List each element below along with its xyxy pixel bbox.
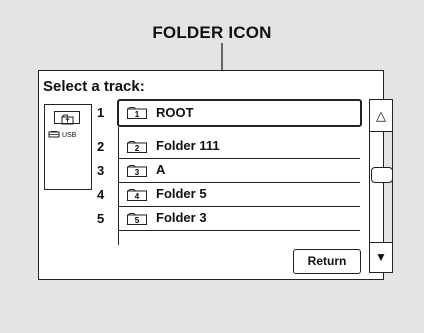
screen-title: Select a track:	[43, 78, 145, 95]
source-panel: USB	[44, 104, 92, 190]
folder-icon: 2	[127, 141, 147, 153]
folder-icon: 5	[127, 213, 147, 225]
scroll-up-button[interactable]: △	[369, 99, 393, 132]
folder-up-icon	[61, 114, 74, 125]
scroll-down-icon: ▼	[375, 250, 387, 264]
scroll-down-button[interactable]: ▼	[369, 242, 393, 273]
item-label: Folder 111	[156, 138, 220, 153]
usb-device-icon	[48, 131, 60, 138]
svg-text:2: 2	[135, 144, 140, 153]
svg-text:1: 1	[135, 110, 140, 119]
item-label: A	[156, 162, 166, 177]
folder-item[interactable]: 5 Folder 3	[119, 207, 360, 231]
folder-item[interactable]: 4 Folder 5	[119, 183, 360, 207]
item-number: 2	[97, 139, 105, 154]
usb-label: USB	[61, 132, 77, 139]
svg-text:5: 5	[135, 216, 140, 225]
folder-up-button[interactable]	[54, 111, 80, 125]
scroll-track[interactable]	[369, 131, 393, 243]
scroll-thumb[interactable]	[371, 167, 393, 183]
item-label: ROOT	[156, 105, 194, 120]
usb-source[interactable]: USB	[48, 131, 76, 139]
scrollbar[interactable]: △ ▼	[369, 99, 393, 273]
folder-icon: 4	[127, 189, 147, 201]
folder-icon: 1	[127, 107, 147, 119]
item-number: 5	[97, 211, 105, 226]
track-select-screen: Select a track: USB 1 1 ROOT 2 2 Folder …	[38, 70, 393, 280]
svg-text:3: 3	[135, 168, 140, 177]
item-number: 3	[97, 163, 105, 178]
folder-item[interactable]: 2 Folder 111	[119, 135, 360, 159]
svg-text:4: 4	[135, 192, 140, 201]
folder-item[interactable]: 1 ROOT	[117, 99, 362, 127]
return-button[interactable]: Return	[293, 249, 361, 274]
item-label: Folder 3	[156, 210, 207, 225]
item-label: Folder 5	[156, 186, 207, 201]
item-number: 1	[97, 105, 105, 120]
item-number: 4	[97, 187, 105, 202]
scroll-up-icon: △	[376, 108, 386, 123]
folder-item[interactable]: 3 A	[119, 159, 360, 183]
folder-icon: 3	[127, 165, 147, 177]
